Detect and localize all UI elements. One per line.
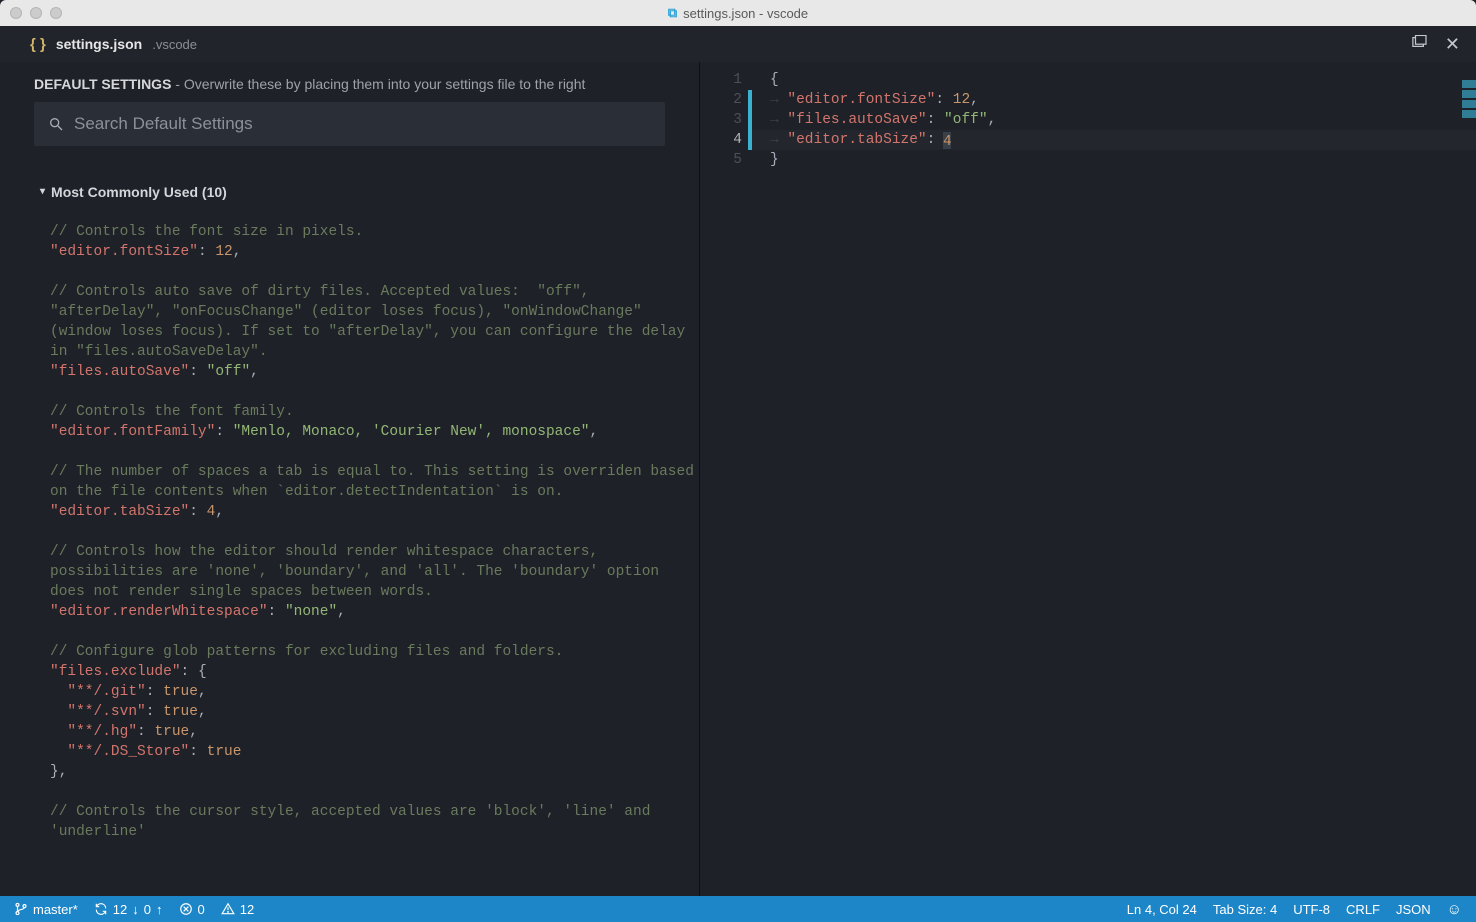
search-input[interactable]: [74, 114, 651, 134]
branch-icon: [14, 902, 28, 916]
line-number-gutter: 12345: [700, 70, 748, 896]
warning-count: 12: [240, 902, 254, 917]
search-icon: [48, 116, 64, 132]
json-file-icon: { }: [30, 36, 46, 53]
problems-warnings[interactable]: 12: [221, 902, 254, 917]
cursor-position[interactable]: Ln 4, Col 24: [1127, 902, 1197, 917]
tab-directory: .vscode: [152, 37, 197, 52]
default-settings-header: DEFAULT SETTINGS - Overwrite these by pl…: [0, 62, 699, 102]
arrow-down-icon: ↓: [132, 902, 139, 917]
error-count: 0: [198, 902, 205, 917]
section-title: Most Commonly Used (10): [51, 184, 227, 200]
sync-icon: [94, 902, 108, 916]
editor-content[interactable]: {→ "editor.fontSize": 12,→ "files.autoSa…: [752, 70, 1476, 896]
warning-icon: [221, 902, 235, 916]
default-settings-subtitle: - Overwrite these by placing them into y…: [171, 76, 585, 92]
git-sync[interactable]: 12 ↓ 0 ↑: [94, 902, 163, 917]
encoding[interactable]: UTF-8: [1293, 902, 1330, 917]
window-title: ⧉ settings.json - vscode: [0, 5, 1476, 21]
sync-incoming: 12: [113, 902, 127, 917]
vscode-icon: ⧉: [668, 5, 677, 21]
arrow-up-icon: ↑: [156, 902, 163, 917]
default-settings-code[interactable]: // Controls the font size in pixels. "ed…: [0, 206, 699, 896]
tab-settings-json[interactable]: { } settings.json .vscode: [30, 36, 197, 53]
split-editor-icon[interactable]: [1411, 35, 1427, 54]
branch-name: master*: [33, 902, 78, 917]
error-icon: [179, 902, 193, 916]
window-title-text: settings.json - vscode: [683, 6, 808, 21]
status-bar: master* 12 ↓ 0 ↑ 0 12 Ln 4, Col 24 Tab Siz…: [0, 896, 1476, 922]
tab-filename: settings.json: [56, 36, 142, 52]
editor-tabbar: { } settings.json .vscode ✕: [0, 26, 1476, 62]
overview-ruler[interactable]: [1462, 62, 1476, 896]
eol[interactable]: CRLF: [1346, 902, 1380, 917]
language-mode[interactable]: JSON: [1396, 902, 1431, 917]
search-default-settings[interactable]: [34, 102, 665, 146]
close-tab-icon[interactable]: ✕: [1445, 34, 1460, 55]
window-titlebar: ⧉ settings.json - vscode: [0, 0, 1476, 26]
section-most-commonly-used[interactable]: ▾ Most Commonly Used (10): [0, 156, 699, 206]
user-settings-editor[interactable]: 12345 {→ "editor.fontSize": 12,→ "files.…: [700, 62, 1476, 896]
default-settings-title: DEFAULT SETTINGS: [34, 76, 171, 92]
git-branch[interactable]: master*: [14, 902, 78, 917]
chevron-down-icon: ▾: [40, 186, 45, 197]
problems-errors[interactable]: 0: [179, 902, 205, 917]
tab-size[interactable]: Tab Size: 4: [1213, 902, 1277, 917]
sync-outgoing: 0: [144, 902, 151, 917]
default-settings-pane: DEFAULT SETTINGS - Overwrite these by pl…: [0, 62, 700, 896]
feedback-icon[interactable]: ☺: [1447, 901, 1462, 918]
